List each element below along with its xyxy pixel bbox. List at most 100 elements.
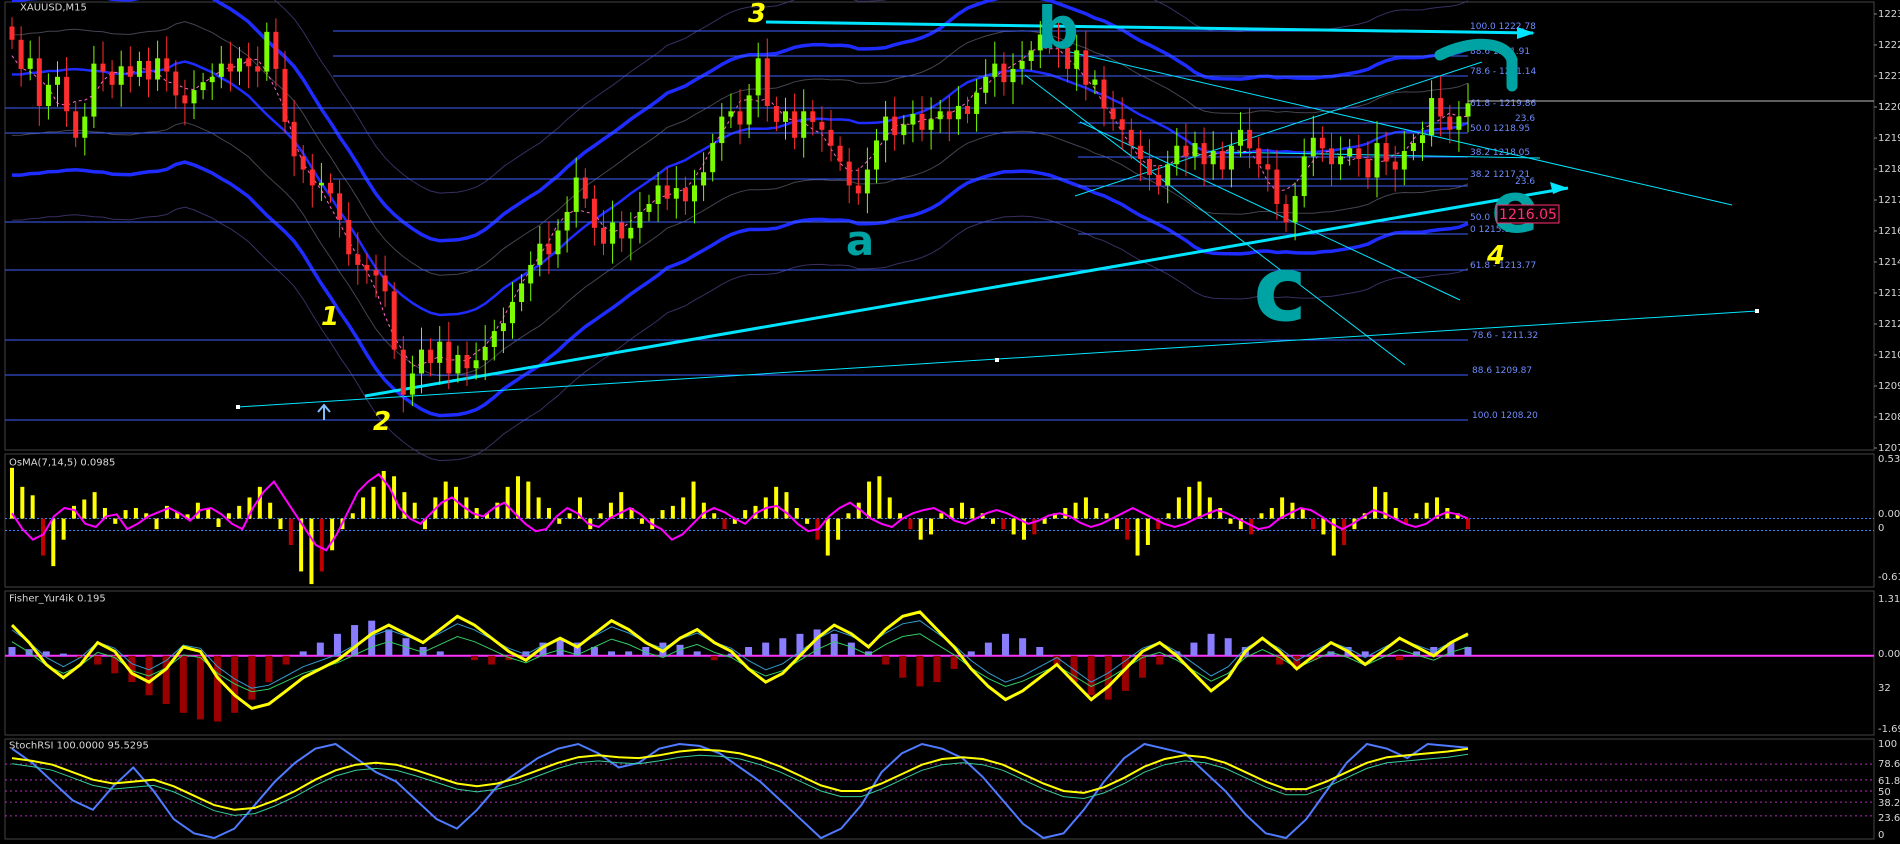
candle-body <box>391 291 397 350</box>
candle-body <box>673 188 679 199</box>
stochrsi-axis-label: 100 <box>1878 739 1897 750</box>
osma-bar <box>774 486 779 519</box>
fisher-title: Fisher_Yur4ik 0.195 <box>9 593 106 604</box>
candle-body <box>1374 143 1380 178</box>
candle-body <box>164 58 170 72</box>
osma-bar <box>1373 486 1378 519</box>
osma-bar <box>1073 502 1078 519</box>
candle-body <box>1165 164 1171 186</box>
osma-bar <box>30 495 35 519</box>
osma-bar <box>1207 497 1212 519</box>
fib-level-label: 78.6 - 1221.14 <box>1470 67 1536 77</box>
candle-body <box>328 182 333 194</box>
candle-body <box>373 270 379 276</box>
fisher-bar <box>933 655 941 683</box>
price-axis-tick-label: 1223 <box>1878 9 1900 20</box>
candle-body <box>1028 50 1034 61</box>
fisher-bar <box>1395 655 1403 661</box>
candle-body <box>846 161 852 186</box>
price-axis-tick-label: 1212 <box>1878 319 1900 330</box>
candle-body <box>218 63 224 77</box>
fisher-bar <box>111 655 119 674</box>
fisher-bar <box>1104 655 1112 700</box>
fisher-bar <box>847 642 855 656</box>
candle-body <box>892 116 898 136</box>
candle-body <box>118 66 124 85</box>
osma-bar <box>1125 518 1130 540</box>
candle-body <box>109 71 115 85</box>
osma-bar <box>681 497 686 519</box>
osma-bar <box>1424 502 1429 519</box>
candle-body <box>719 116 725 144</box>
candle-body <box>36 58 42 106</box>
osma-bar <box>1218 507 1223 519</box>
candle-body <box>1238 129 1243 146</box>
candle-body <box>237 58 242 72</box>
osma-bar <box>670 505 675 519</box>
osma-bar <box>846 513 851 519</box>
candle-body <box>1174 145 1180 165</box>
osma-bar <box>990 518 995 524</box>
osma-bar <box>825 518 830 556</box>
osma-bar <box>557 518 562 524</box>
candle-body <box>701 172 707 186</box>
candle-body <box>1410 143 1416 152</box>
candle-body <box>27 58 33 69</box>
candle-body <box>191 90 197 104</box>
candle-body <box>1010 68 1016 83</box>
osma-bar <box>1145 518 1150 545</box>
osma-bar <box>1104 513 1109 519</box>
candle-body <box>491 331 497 348</box>
fisher-bar <box>762 642 770 656</box>
candle-body <box>692 185 697 202</box>
hand-drawn-label: a <box>846 216 874 265</box>
osma-axis-label: 0.535 <box>1878 454 1900 465</box>
osma-bar <box>237 505 242 519</box>
fib-level-label: 23.6 <box>1515 114 1535 124</box>
candle-body <box>682 188 688 202</box>
osma-bar <box>20 486 25 519</box>
candle-body <box>874 140 879 170</box>
price-axis-tick-label: 1210 <box>1878 350 1900 361</box>
osma-bar <box>1197 481 1202 519</box>
candle-body <box>783 111 788 122</box>
osma-bar <box>1414 513 1419 519</box>
candle-body <box>1256 148 1262 165</box>
candle-body <box>1347 148 1353 157</box>
candle-body <box>537 243 543 265</box>
osma-bar <box>598 513 603 519</box>
price-axis-tick-label: 1213 <box>1878 288 1900 299</box>
candle-body <box>91 63 97 117</box>
price-axis-tick-label: 1209 <box>1878 381 1900 392</box>
hand-drawn-label: b <box>1037 0 1079 62</box>
trading-chart-window[interactable]: 100.0 1222.78 88.6 1221.91 78.6 - 1221.14 6… <box>0 0 1900 841</box>
fisher-bar <box>1224 638 1232 656</box>
chart-canvas[interactable]: 100.0 1222.7888.6 1221.9178.6 - 1221.146… <box>0 0 1900 841</box>
osma-bar <box>660 510 665 519</box>
osma-bar <box>794 507 799 519</box>
osma-bar <box>1311 518 1316 530</box>
fisher-bar <box>179 655 187 713</box>
candle-body <box>510 301 515 324</box>
stochrsi-axis-label: 50 <box>1878 787 1891 798</box>
candle-body <box>746 95 752 125</box>
candle-body <box>200 82 206 91</box>
candle-body <box>18 39 24 69</box>
osma-bar <box>288 518 293 545</box>
candle-body <box>255 66 261 72</box>
osma-bar <box>309 518 314 585</box>
anchor-point <box>236 405 240 409</box>
candle-body <box>1283 203 1289 223</box>
candle-body <box>500 323 506 332</box>
candle-body <box>992 63 998 77</box>
fisher-bar <box>265 655 273 683</box>
fib-level-label: 88.6 1209.87 <box>1472 366 1532 376</box>
price-axis-tick-label: 1217 <box>1878 195 1900 206</box>
candle-body <box>710 143 716 173</box>
stochrsi-axis-label: 61.8 <box>1878 776 1900 787</box>
fisher-bar <box>625 651 633 656</box>
candle-body <box>1429 98 1435 136</box>
fib-level-label: 78.6 - 1211.32 <box>1472 331 1538 341</box>
price-axis-tick-label: 1216 <box>1878 226 1900 237</box>
fisher-bar <box>899 655 907 678</box>
